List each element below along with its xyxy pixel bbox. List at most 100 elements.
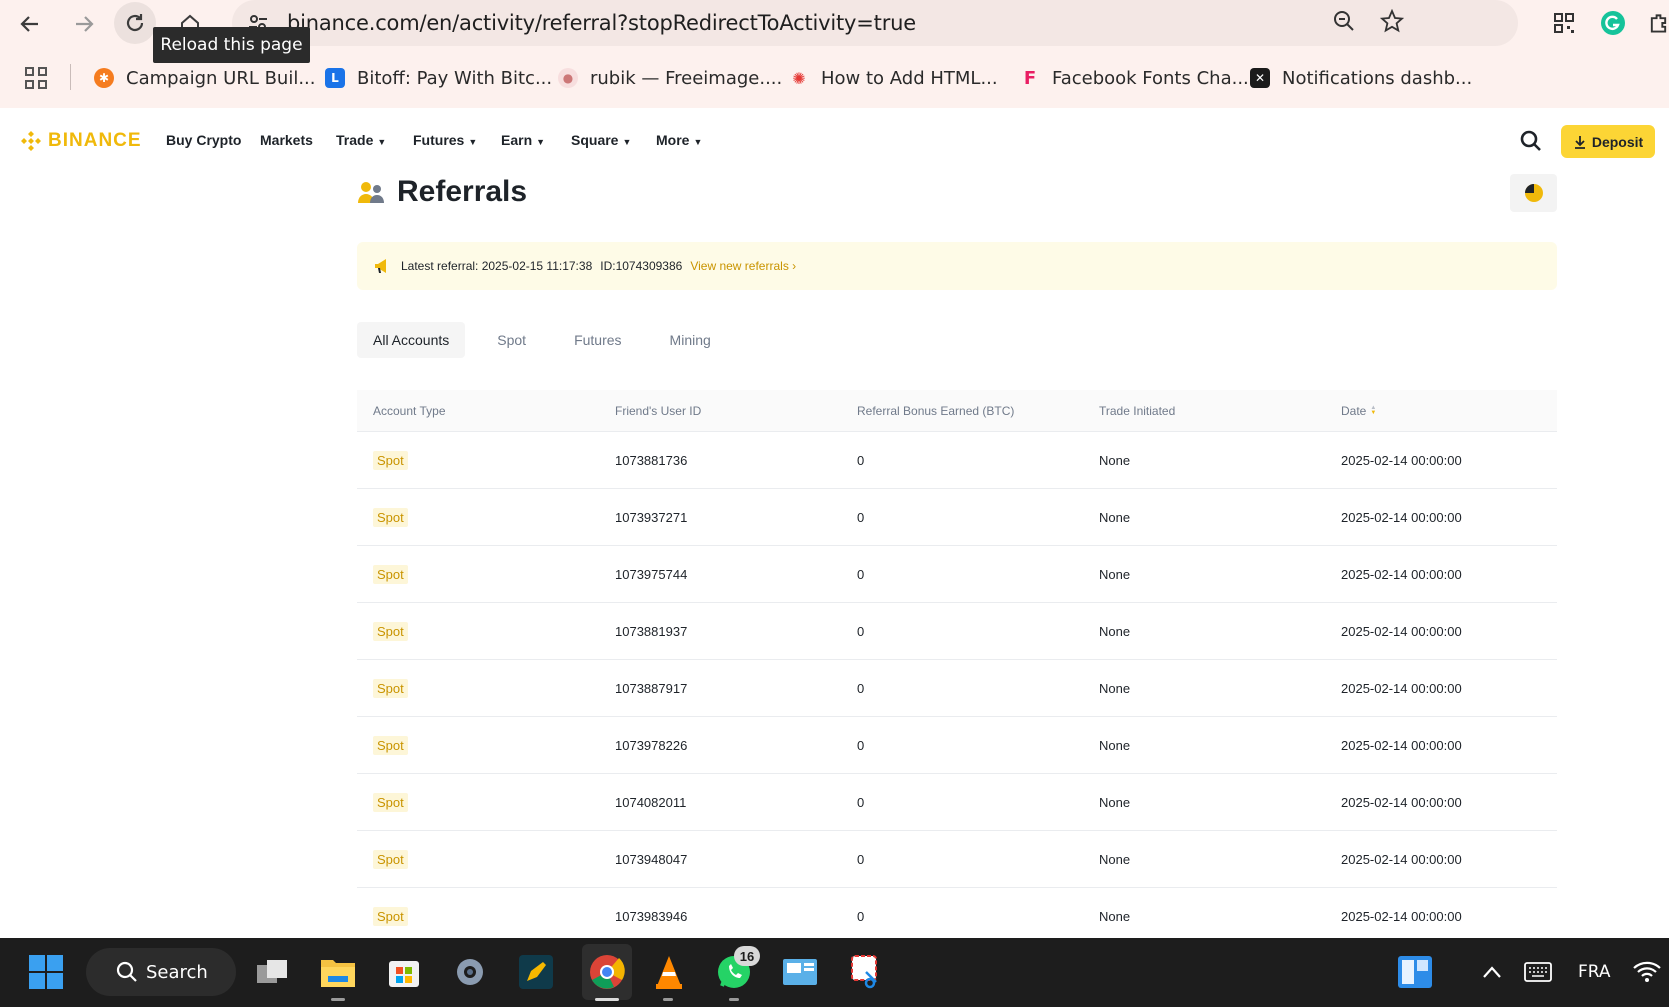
account-type-badge: Spot: [373, 849, 408, 869]
account-type-badge: Spot: [373, 507, 408, 527]
control-panel-icon[interactable]: [780, 952, 820, 992]
vlc-indicator: [663, 998, 673, 1001]
nav-trade[interactable]: Trade ▼: [336, 132, 386, 148]
bookmark-label: rubik — Freeimage....: [590, 67, 783, 89]
task-view-icon[interactable]: [252, 952, 292, 992]
chevron-down-icon: ▼: [693, 137, 703, 147]
cell-trade-initiated-value: None: [1099, 623, 1131, 639]
taskbar-search-button[interactable]: Search: [86, 948, 236, 996]
chevron-down-icon: ▼: [468, 137, 478, 147]
cell-account-type: Spot: [357, 564, 599, 584]
nav-markets[interactable]: Markets: [260, 132, 313, 148]
bookmark-campaign-url-builder[interactable]: ✱ Campaign URL Buil...: [94, 66, 316, 90]
cell-date-value: 2025-02-14 00:00:00: [1341, 509, 1462, 525]
theme-toggle-button[interactable]: [1510, 174, 1557, 212]
nav-futures[interactable]: Futures ▼: [413, 132, 477, 148]
bookmark-facebook-fonts[interactable]: F Facebook Fonts Cha...: [1020, 66, 1249, 90]
grammarly-icon[interactable]: [1599, 9, 1627, 37]
pencil-app-icon[interactable]: [516, 952, 556, 992]
widgets-icon[interactable]: [1395, 952, 1435, 992]
settings-gear-icon[interactable]: [450, 952, 490, 992]
chrome-indicator: [595, 998, 619, 1001]
cell-referral-bonus: 0: [841, 624, 1083, 639]
forward-button[interactable]: [66, 6, 102, 42]
chevron-down-icon: ▼: [536, 137, 546, 147]
chevron-down-icon: ▼: [622, 137, 632, 147]
cell-trade-initiated-value: None: [1099, 452, 1131, 468]
browser-chrome: binance.com/en/activity/referral?stopRed…: [0, 0, 1669, 108]
keyboard-icon[interactable]: [1518, 952, 1558, 992]
search-icon[interactable]: [1520, 130, 1542, 152]
windows-start-icon[interactable]: [26, 952, 66, 992]
bookmark-freeimage[interactable]: ● rubik — Freeimage....: [558, 66, 782, 90]
cell-friend-user-id: 1073881937: [599, 624, 841, 639]
file-explorer-icon[interactable]: [318, 952, 358, 992]
cell-friend-user-id-value: 1073948047: [615, 851, 688, 867]
deposit-label: Deposit: [1591, 133, 1644, 150]
referrals-table: Account Type Friend's User ID Referral B…: [357, 390, 1557, 945]
bookmark-star-icon[interactable]: [1379, 8, 1405, 39]
nav-earn[interactable]: Earn ▼: [501, 132, 545, 148]
omnibox[interactable]: binance.com/en/activity/referral?stopRed…: [232, 0, 1518, 46]
cell-account-type: Spot: [357, 507, 599, 527]
nav-buy-crypto[interactable]: Buy Crypto: [166, 132, 241, 148]
microsoft-store-icon[interactable]: [384, 952, 424, 992]
cell-referral-bonus-value: 0: [857, 680, 865, 696]
html-guide-icon: ✺: [792, 68, 806, 88]
wifi-icon[interactable]: [1632, 952, 1669, 992]
bookmark-notifications-dashboard[interactable]: ✕ Notifications dashb...: [1250, 66, 1472, 90]
nav-square[interactable]: Square ▼: [571, 132, 631, 148]
view-new-referrals-link[interactable]: View new referrals ›: [690, 259, 796, 273]
account-type-badge: Spot: [373, 906, 408, 926]
deposit-button[interactable]: Deposit: [1561, 125, 1655, 158]
header-date[interactable]: Date ▲ ▼: [1325, 404, 1557, 418]
account-tabs: All Accounts Spot Futures Mining: [357, 322, 743, 358]
qr-code-icon[interactable]: [1550, 9, 1578, 37]
cell-date: 2025-02-14 00:00:00: [1325, 624, 1557, 639]
vlc-icon[interactable]: [649, 952, 689, 992]
cell-date: 2025-02-14 00:00:00: [1325, 909, 1557, 924]
sort-icon[interactable]: ▲ ▼: [1370, 405, 1376, 416]
nav-label: More: [656, 132, 690, 148]
binance-logo-icon: [21, 131, 41, 151]
account-type-badge: Spot: [373, 792, 408, 812]
cell-account-type: Spot: [357, 735, 599, 755]
nav-more[interactable]: More ▼: [656, 132, 702, 148]
tab-spot[interactable]: Spot: [481, 322, 542, 358]
pie-chart-icon: [1524, 184, 1543, 202]
cell-referral-bonus-value: 0: [857, 509, 865, 525]
back-button[interactable]: [12, 6, 48, 42]
tab-mining[interactable]: Mining: [654, 322, 727, 358]
chevron-up-icon[interactable]: [1472, 952, 1512, 992]
bookmark-html-guide[interactable]: ✺ How to Add HTML...: [789, 66, 997, 90]
url-text[interactable]: binance.com/en/activity/referral?stopRed…: [287, 11, 916, 35]
page-title: Referrals: [397, 175, 528, 208]
bookmark-bitoff[interactable]: L Bitoff: Pay With Bitc...: [325, 66, 552, 90]
reload-tooltip: Reload this page: [153, 27, 310, 63]
cell-friend-user-id-value: 1073881937: [615, 623, 688, 639]
cell-date: 2025-02-14 00:00:00: [1325, 795, 1557, 810]
cell-trade-initiated: None: [1083, 852, 1325, 867]
tab-futures[interactable]: Futures: [558, 322, 637, 358]
zoom-icon[interactable]: [1332, 9, 1356, 39]
cell-trade-initiated-value: None: [1099, 737, 1131, 753]
extensions-icon[interactable]: [1648, 9, 1669, 37]
file-explorer-indicator: [331, 998, 345, 1001]
cell-trade-initiated: None: [1083, 909, 1325, 924]
chrome-icon[interactable]: [582, 944, 632, 1000]
apps-grid-icon[interactable]: [25, 67, 49, 89]
bookmark-label: Campaign URL Buil...: [126, 67, 316, 89]
tab-all-accounts[interactable]: All Accounts: [357, 322, 466, 358]
reload-button[interactable]: [114, 2, 156, 44]
cell-friend-user-id: 1073937271: [599, 510, 841, 525]
cell-date-value: 2025-02-14 00:00:00: [1341, 452, 1462, 468]
nav-label: Trade: [336, 132, 374, 148]
facebook-fonts-icon: F: [1023, 67, 1037, 89]
reload-icon: [126, 14, 144, 32]
binance-logo[interactable]: BINANCE: [20, 130, 142, 152]
snipping-tool-icon[interactable]: [846, 952, 886, 992]
cell-account-type: Spot: [357, 849, 599, 869]
language-indicator[interactable]: FRA: [1578, 962, 1611, 982]
table-row: Spot 1074082011 0 None 2025-02-14 00:00:00: [357, 774, 1557, 831]
cell-friend-user-id-value: 1073978226: [615, 737, 688, 753]
